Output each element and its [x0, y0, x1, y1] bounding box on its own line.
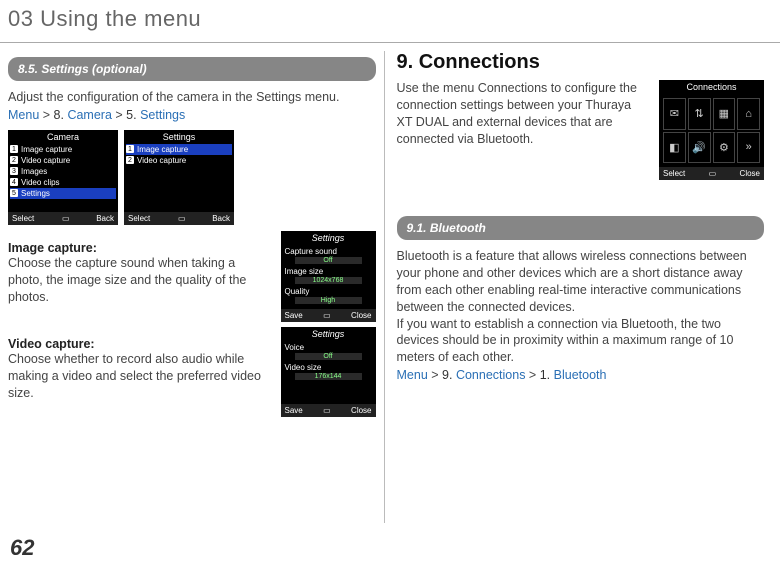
bc-num1: 8.: [54, 108, 64, 122]
setting-value: Off: [295, 353, 362, 360]
video-capture-body: Choose whether to record also audio whil…: [8, 351, 271, 402]
page-number: 62: [10, 535, 34, 561]
setting-value: 176x144: [295, 373, 362, 380]
bc-connections: Connections: [456, 368, 526, 382]
bc-num1: 9.: [442, 368, 452, 382]
connections-heading: 9. Connections: [397, 51, 765, 74]
softkey-mid-icon: ▭: [62, 214, 69, 223]
connections-intro: Use the menu Connections to configure th…: [397, 80, 650, 148]
softkey-right: Close: [351, 311, 371, 320]
breadcrumb-camera-settings: Menu > 8. Camera > 5. Settings: [8, 108, 376, 122]
softkey-left: Select: [12, 214, 34, 223]
setting-value: Off: [295, 257, 362, 264]
softkey-mid-icon: ▭: [323, 311, 331, 320]
list-item: 1Image capture: [10, 144, 116, 155]
breadcrumb-connections-bluetooth: Menu > 9. Connections > 1. Bluetooth: [397, 368, 765, 382]
section-bar-settings: 8.5. Settings (optional): [8, 57, 376, 81]
softkey-right: Close: [351, 406, 371, 415]
setting-label: Image size: [285, 267, 324, 276]
setting-label: Voice: [285, 343, 305, 352]
setting-label: Video size: [285, 363, 322, 372]
settings-list: 1Image capture 2Video capture: [124, 144, 234, 212]
setting-label: Quality: [285, 287, 310, 296]
grid-icon: 🔊: [688, 132, 711, 164]
screen-title: Settings: [281, 327, 376, 341]
grid-icon: ⚙: [713, 132, 736, 164]
bc-num2: 5.: [126, 108, 136, 122]
chapter-title: 03 Using the menu: [0, 0, 780, 38]
softkey-right: Back: [212, 214, 230, 223]
grid-icon: ⌂: [737, 98, 760, 130]
bc-settings: Settings: [140, 108, 185, 122]
softkey-right: Close: [740, 169, 760, 178]
screen-title: Settings: [281, 231, 376, 245]
grid-icon: »: [737, 132, 760, 164]
grid-icon: ▦: [713, 98, 736, 130]
setting-value: 1024x768: [295, 277, 362, 284]
bc-bluetooth: Bluetooth: [554, 368, 607, 382]
bc-num2: 1.: [540, 368, 550, 382]
bc-menu: Menu: [397, 368, 428, 382]
phone-screen-settings-list: Settings 1Image capture 2Video capture S…: [124, 130, 234, 225]
phone-screen-connections: Connections ✉ ⇅ ▦ ⌂ ◧ 🔊 ⚙ » Select ▭ Clo…: [659, 80, 764, 180]
phone-screen-camera: Camera 1Image capture 2Video capture 3Im…: [8, 130, 118, 225]
image-capture-heading: Image capture:: [8, 241, 271, 255]
video-capture-heading: Video capture:: [8, 337, 271, 351]
softkey-left: Select: [663, 169, 685, 178]
screen-title: Settings: [124, 130, 234, 144]
grid-icon: ◧: [663, 132, 686, 164]
bc-menu: Menu: [8, 108, 39, 122]
softkey-left: Select: [128, 214, 150, 223]
right-column: 9. Connections Use the menu Connections …: [385, 51, 773, 523]
softkey-mid-icon: ▭: [323, 406, 331, 415]
screen-title: Camera: [8, 130, 118, 144]
bc-camera: Camera: [67, 108, 111, 122]
softkey-right: Back: [96, 214, 114, 223]
list-item: 4Video clips: [10, 177, 116, 188]
section-bar-bluetooth: 9.1. Bluetooth: [397, 216, 765, 240]
phone-screen-video-settings: Settings VoiceOff Video size176x144 Save…: [281, 327, 376, 417]
left-column: 8.5. Settings (optional) Adjust the conf…: [8, 51, 385, 523]
setting-label: Capture sound: [285, 247, 337, 256]
settings-intro: Adjust the configuration of the camera i…: [8, 89, 376, 106]
softkey-mid-icon: ▭: [178, 214, 185, 223]
list-item-selected: 1Image capture: [126, 144, 232, 155]
phone-screen-image-settings: Settings Capture soundOff Image size1024…: [281, 231, 376, 321]
camera-list: 1Image capture 2Video capture 3Images 4V…: [8, 144, 118, 212]
image-capture-body: Choose the capture sound when taking a p…: [8, 255, 271, 306]
bluetooth-p2: If you want to establish a connection vi…: [397, 316, 765, 367]
bluetooth-p1: Bluetooth is a feature that allows wirel…: [397, 248, 765, 316]
grid-icon: ⇅: [688, 98, 711, 130]
screen-title: Connections: [659, 80, 764, 94]
list-item-selected: 5Settings: [10, 188, 116, 199]
softkey-left: Save: [285, 406, 303, 415]
softkey-left: Save: [285, 311, 303, 320]
setting-value: High: [295, 297, 362, 304]
grid-icon: ✉: [663, 98, 686, 130]
list-item: 3Images: [10, 166, 116, 177]
list-item: 2Video capture: [10, 155, 116, 166]
list-item: 2Video capture: [126, 155, 232, 166]
softkey-mid-icon: ▭: [709, 169, 717, 178]
